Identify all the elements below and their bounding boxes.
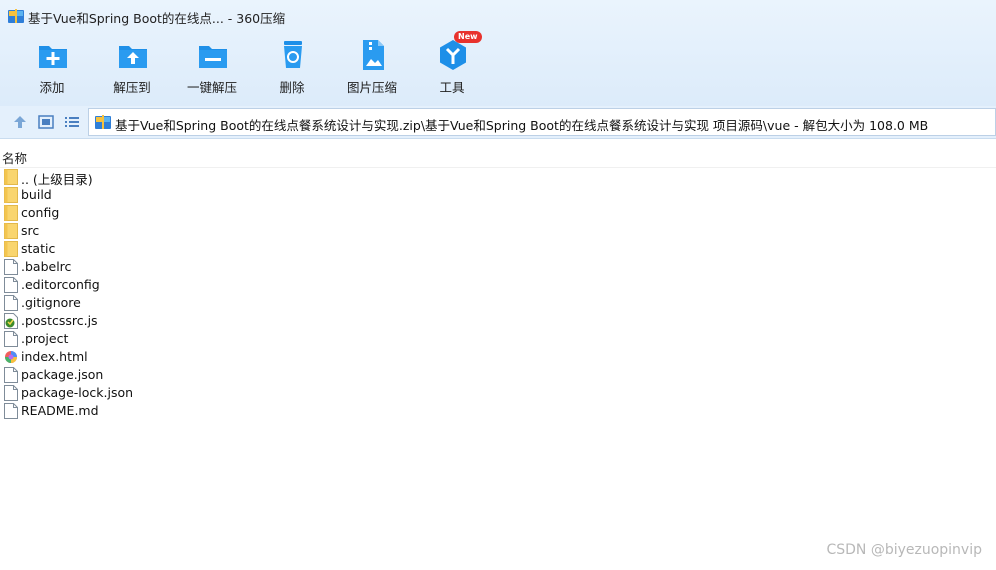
archive-icon [8, 9, 24, 23]
file-row[interactable]: package-lock.json [0, 384, 996, 402]
address-row: 基于Vue和Spring Boot的在线点餐系统设计与实现.zip\基于Vue和… [0, 106, 996, 139]
file-name: index.html [21, 349, 88, 364]
archive-icon [95, 115, 111, 129]
file-row[interactable]: build [0, 186, 996, 204]
title-bar: 基于Vue和Spring Boot的在线点... - 360压缩 [0, 0, 996, 32]
file-row[interactable]: .editorconfig [0, 276, 996, 294]
file-name: README.md [21, 403, 99, 418]
delete-button[interactable]: 删除 [252, 36, 332, 98]
extract-to-button[interactable]: 解压到 [92, 36, 172, 98]
quick-extract-label: 一键解压 [186, 80, 237, 95]
file-name: .editorconfig [21, 277, 100, 292]
name-column-header[interactable]: 名称 [0, 145, 996, 168]
image-compress-button[interactable]: 图片压缩 [332, 36, 412, 98]
file-name: .project [21, 331, 69, 346]
delete-label: 删除 [279, 80, 305, 95]
tools-label: 工具 [439, 80, 465, 95]
file-row[interactable]: .postcssrc.js [0, 312, 996, 330]
file-row[interactable]: package.json [0, 366, 996, 384]
file-icon [4, 331, 18, 347]
js-file-icon [4, 313, 18, 329]
file-icon [4, 403, 18, 419]
file-list: .. (上级目录) build config src static .babelrc .ed… [0, 168, 996, 420]
add-folder-icon [39, 46, 67, 68]
file-name: package-lock.json [21, 385, 134, 400]
file-row[interactable]: index.html [0, 348, 996, 366]
folder-icon [4, 223, 18, 239]
extract-to-label: 解压到 [113, 80, 151, 95]
folder-icon [4, 187, 18, 203]
folder-icon [4, 241, 18, 257]
image-compress-icon [363, 40, 384, 70]
file-name: package.json [21, 367, 104, 382]
quick-extract-button[interactable]: 一键解压 [172, 36, 252, 98]
window-title: 基于Vue和Spring Boot的在线点... - 360压缩 [28, 11, 286, 26]
address-bar[interactable]: 基于Vue和Spring Boot的在线点餐系统设计与实现.zip\基于Vue和… [88, 108, 996, 136]
file-row[interactable]: src [0, 222, 996, 240]
new-badge: New [454, 31, 482, 43]
quick-extract-icon [199, 46, 227, 68]
file-row[interactable]: .project [0, 330, 996, 348]
image-compress-label: 图片压缩 [346, 80, 397, 95]
add-button[interactable]: 添加 [12, 36, 92, 98]
file-name: .postcssrc.js [21, 313, 98, 328]
top-panel: 基于Vue和Spring Boot的在线点... - 360压缩 添加 解压到 [0, 0, 996, 106]
file-icon [4, 295, 18, 311]
file-row[interactable]: .gitignore [0, 294, 996, 312]
name-column-label: 名称 [2, 151, 28, 166]
file-row[interactable]: config [0, 204, 996, 222]
file-icon [4, 367, 18, 383]
watermark: CSDN @biyezuopinvip [826, 542, 982, 558]
toolbar: 添加 解压到 一键解压 删除 图片压缩 New 工具 [0, 31, 996, 100]
file-row[interactable]: README.md [0, 402, 996, 420]
tools-button[interactable]: New 工具 [412, 31, 492, 98]
file-name: config [21, 205, 60, 220]
file-name: build [21, 187, 52, 202]
file-icon [4, 277, 18, 293]
file-name: .babelrc [21, 259, 72, 274]
html-file-icon [4, 349, 18, 365]
tools-icon [440, 40, 466, 70]
file-row[interactable]: static [0, 240, 996, 258]
file-row[interactable]: .babelrc [0, 258, 996, 276]
thumbnail-view-icon[interactable] [37, 113, 55, 131]
address-path: 基于Vue和Spring Boot的在线点餐系统设计与实现.zip\基于Vue和… [115, 118, 929, 133]
file-icon [4, 259, 18, 275]
trash-icon [284, 41, 302, 68]
add-label: 添加 [39, 80, 65, 95]
folder-icon [4, 169, 18, 185]
file-icon [4, 385, 18, 401]
file-name: .gitignore [21, 295, 81, 310]
file-name: src [21, 223, 40, 238]
folder-icon [4, 205, 18, 221]
list-view-icon[interactable] [63, 113, 81, 131]
file-name: static [21, 241, 56, 256]
up-arrow-icon[interactable] [11, 113, 29, 131]
file-row[interactable]: .. (上级目录) [0, 168, 996, 187]
extract-folder-icon [119, 46, 147, 68]
